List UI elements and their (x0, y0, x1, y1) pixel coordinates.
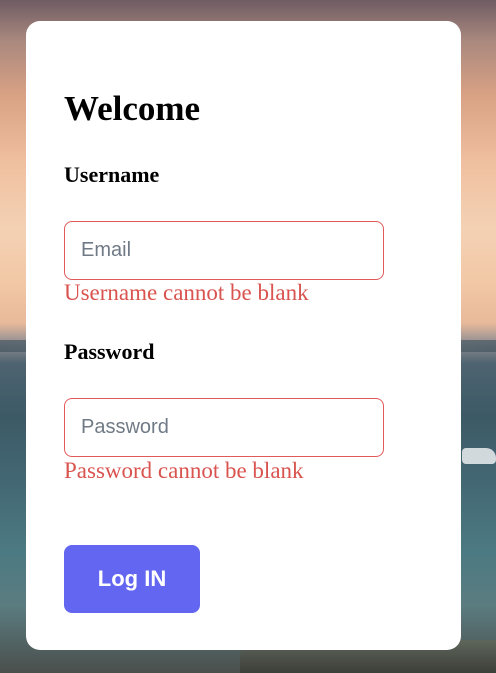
login-card: Welcome Username Username cannot be blan… (26, 21, 461, 650)
password-field[interactable] (64, 398, 384, 457)
login-button[interactable]: Log IN (64, 545, 200, 613)
email-field[interactable] (64, 221, 384, 280)
password-error: Password cannot be blank (64, 458, 304, 483)
page-title: Welcome (64, 89, 201, 128)
username-label: Username (64, 162, 160, 187)
password-label: Password (64, 339, 155, 364)
background-boat (462, 448, 496, 464)
username-error: Username cannot be blank (64, 280, 309, 305)
